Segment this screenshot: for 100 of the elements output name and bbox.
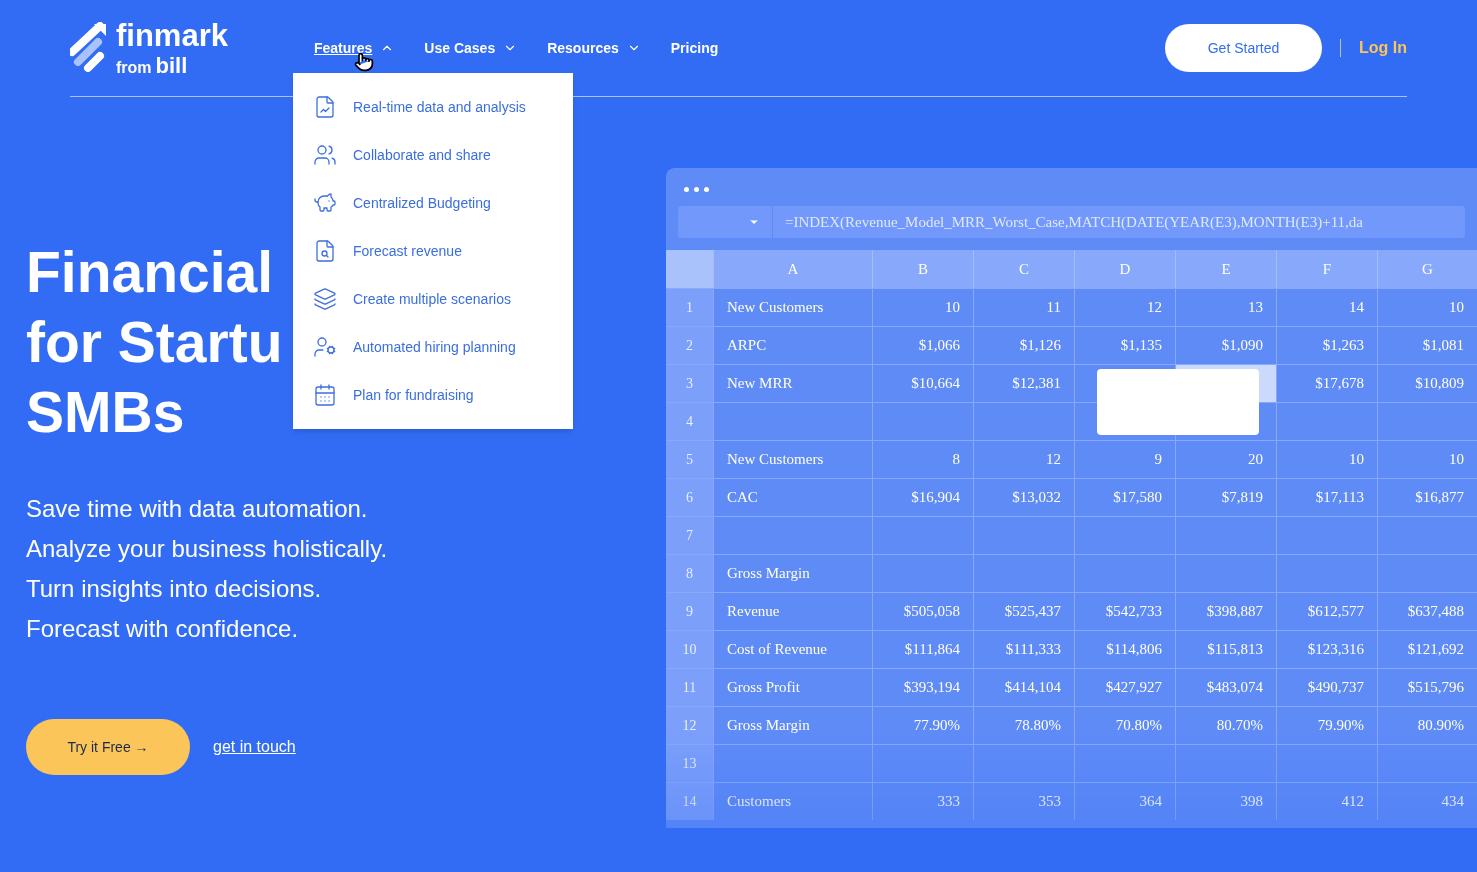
row-number: 8 — [666, 555, 713, 592]
contact-link[interactable]: get in touch — [213, 735, 296, 759]
table-cell: 412 — [1276, 783, 1377, 820]
table-cell: $121,692 — [1377, 631, 1477, 668]
hero-heading-line: Financial — [26, 239, 274, 306]
table-cell: $427,927 — [1074, 669, 1175, 706]
table-cell: $1,090 — [1175, 327, 1276, 364]
table-cell: 9 — [1074, 441, 1175, 478]
row-number: 10 — [666, 631, 713, 668]
menu-item[interactable]: Automated hiring planning — [353, 336, 516, 358]
logo-wordmark: finmark — [116, 19, 228, 51]
row-label: Gross Margin — [713, 555, 872, 592]
column-header: A — [713, 250, 872, 288]
menu-item[interactable]: Real-time data and analysis — [353, 96, 526, 118]
table-cell: $10,664 — [872, 365, 973, 402]
table-cell: 353 — [973, 783, 1074, 820]
table-cell: $414,104 — [973, 669, 1074, 706]
row-number: 3 — [666, 365, 713, 402]
table-cell: 398 — [1175, 783, 1276, 820]
logo-brand: bill — [155, 54, 188, 77]
table-cell: $1,135 — [1074, 327, 1175, 364]
table-cell: $10,809 — [1377, 365, 1477, 402]
table-cell: $1,126 — [973, 327, 1074, 364]
get-started-button[interactable]: Get Started — [1165, 24, 1322, 72]
nav-link[interactable]: Use Cases — [424, 37, 496, 59]
row-number: 7 — [666, 517, 713, 554]
table-cell: $7,819 — [1175, 479, 1276, 516]
row-label: Gross Profit — [713, 669, 872, 706]
chart-icon — [313, 95, 337, 119]
table-cell: $398,887 — [1175, 593, 1276, 630]
row-label: CAC — [713, 479, 872, 516]
row-number: 12 — [666, 707, 713, 744]
menu-item[interactable]: Forecast revenue — [353, 240, 462, 262]
table-cell: 434 — [1377, 783, 1477, 820]
table-cell: 12 — [973, 441, 1074, 478]
table-cell: 10 — [1276, 441, 1377, 478]
piggy-bank-icon — [313, 191, 337, 215]
table-cell: 10 — [1377, 289, 1477, 326]
table-cell: $612,577 — [1276, 593, 1377, 630]
menu-item[interactable]: Create multiple scenarios — [353, 288, 511, 310]
try-free-button[interactable]: Try it Free → — [26, 719, 190, 775]
tagline: Forecast with confidence. — [26, 614, 299, 644]
menu-item[interactable]: Centralized Budgeting — [353, 192, 491, 214]
table-cell: $490,737 — [1276, 669, 1377, 706]
row-label: Customers — [713, 783, 872, 820]
row-label: New Customers — [713, 289, 872, 326]
table-cell: $637,488 — [1377, 593, 1477, 630]
table-cell: $1,263 — [1276, 327, 1377, 364]
menu-item[interactable]: Plan for fundraising — [353, 384, 474, 406]
table-cell: $525,437 — [973, 593, 1074, 630]
table-cell: $123,316 — [1276, 631, 1377, 668]
row-number: 13 — [666, 745, 713, 782]
table-cell: $515,796 — [1377, 669, 1477, 706]
table-cell: $542,733 — [1074, 593, 1175, 630]
table-cell: 77.90% — [872, 707, 973, 744]
table-cell: $1,081 — [1377, 327, 1477, 364]
nav-link[interactable]: Features — [314, 37, 373, 59]
calendar-icon — [313, 383, 337, 407]
table-cell: $12,381 — [973, 365, 1074, 402]
row-number: 6 — [666, 479, 713, 516]
row-number: 5 — [666, 441, 713, 478]
nav-link[interactable]: Resources — [547, 37, 619, 59]
menu-item[interactable]: Collaborate and share — [353, 144, 491, 166]
hero-heading-line: SMBs — [26, 379, 185, 446]
table-cell: 14 — [1276, 289, 1377, 326]
user-gear-icon — [313, 335, 337, 359]
column-header: C — [973, 250, 1074, 288]
table-cell: $505,058 — [872, 593, 973, 630]
table-cell: $393,194 — [872, 669, 973, 706]
row-label: New MRR — [713, 365, 872, 402]
row-number: 14 — [666, 783, 713, 820]
tagline: Analyze your business holistically. — [26, 534, 388, 564]
document-search-icon — [313, 239, 337, 263]
row-label: Gross Margin — [713, 707, 872, 744]
row-label: Cost of Revenue — [713, 631, 872, 668]
logo-icon — [70, 22, 108, 74]
nav-link[interactable]: Pricing — [670, 37, 719, 59]
row-label: ARPC — [713, 327, 872, 364]
table-cell: $17,580 — [1074, 479, 1175, 516]
table-cell: 333 — [872, 783, 973, 820]
table-cell: 70.80% — [1074, 707, 1175, 744]
row-label: New Customers — [713, 441, 872, 478]
table-cell: $17,678 — [1276, 365, 1377, 402]
table-cell: $111,333 — [973, 631, 1074, 668]
column-header: E — [1175, 250, 1276, 288]
row-number: 1 — [666, 289, 713, 326]
hero-heading-line: for Startu — [26, 309, 283, 376]
row-number: 9 — [666, 593, 713, 630]
table-cell: $16,904 — [872, 479, 973, 516]
log-in-link[interactable]: Log In — [1359, 36, 1407, 60]
row-number: 2 — [666, 327, 713, 364]
table-cell: $17,113 — [1276, 479, 1377, 516]
table-cell: 10 — [1377, 441, 1477, 478]
row-number: 4 — [666, 403, 713, 440]
layers-icon — [313, 287, 337, 311]
column-header: D — [1074, 250, 1175, 288]
column-header: F — [1276, 250, 1377, 288]
table-cell: 364 — [1074, 783, 1175, 820]
table-cell: $115,813 — [1175, 631, 1276, 668]
table-cell: 20 — [1175, 441, 1276, 478]
